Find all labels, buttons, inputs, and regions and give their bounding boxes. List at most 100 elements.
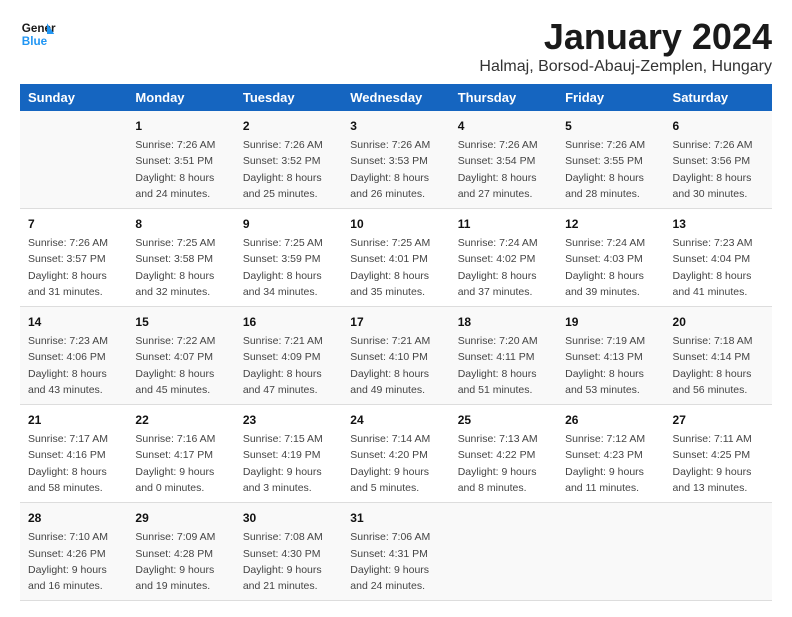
cell-content: Sunrise: 7:11 AM Sunset: 4:25 PM Dayligh… [673, 431, 764, 496]
column-header-sunday: Sunday [20, 84, 127, 111]
cell-content: Sunrise: 7:14 AM Sunset: 4:20 PM Dayligh… [350, 431, 441, 496]
calendar-cell: 30Sunrise: 7:08 AM Sunset: 4:30 PM Dayli… [235, 503, 342, 601]
cell-content: Sunrise: 7:26 AM Sunset: 3:53 PM Dayligh… [350, 137, 441, 202]
day-number: 11 [458, 215, 549, 233]
day-number: 24 [350, 411, 441, 429]
day-number: 18 [458, 313, 549, 331]
cell-content: Sunrise: 7:26 AM Sunset: 3:57 PM Dayligh… [28, 235, 119, 300]
day-number: 1 [135, 117, 226, 135]
cell-content: Sunrise: 7:08 AM Sunset: 4:30 PM Dayligh… [243, 529, 334, 594]
cell-content: Sunrise: 7:26 AM Sunset: 3:52 PM Dayligh… [243, 137, 334, 202]
week-row-3: 14Sunrise: 7:23 AM Sunset: 4:06 PM Dayli… [20, 307, 772, 405]
cell-content: Sunrise: 7:15 AM Sunset: 4:19 PM Dayligh… [243, 431, 334, 496]
calendar-cell: 3Sunrise: 7:26 AM Sunset: 3:53 PM Daylig… [342, 111, 449, 209]
cell-content: Sunrise: 7:23 AM Sunset: 4:04 PM Dayligh… [673, 235, 764, 300]
column-header-saturday: Saturday [665, 84, 772, 111]
calendar-cell: 11Sunrise: 7:24 AM Sunset: 4:02 PM Dayli… [450, 209, 557, 307]
cell-content: Sunrise: 7:06 AM Sunset: 4:31 PM Dayligh… [350, 529, 441, 594]
week-row-5: 28 Sunrise: 7:10 AM Sunset: 4:26 PM Dayli… [20, 503, 772, 601]
day-number: 10 [350, 215, 441, 233]
calendar-cell: 19Sunrise: 7:19 AM Sunset: 4:13 PM Dayli… [557, 307, 664, 405]
cell-content: Sunrise: 7:10 AM Sunset: 4:26 PM Dayligh… [28, 529, 119, 594]
column-header-friday: Friday [557, 84, 664, 111]
calendar-cell [450, 503, 557, 601]
cell-content: Sunrise: 7:12 AM Sunset: 4:23 PM Dayligh… [565, 431, 656, 496]
column-header-thursday: Thursday [450, 84, 557, 111]
day-number: 2 [243, 117, 334, 135]
week-row-2: 7 Sunrise: 7:26 AM Sunset: 3:57 PM Daylig… [20, 209, 772, 307]
calendar-cell: 8 Sunrise: 7:25 AM Sunset: 3:58 PM Daylig… [127, 209, 234, 307]
calendar-header-row: SundayMondayTuesdayWednesdayThursdayFrid… [20, 84, 772, 111]
day-number: 20 [673, 313, 764, 331]
logo: General Blue [20, 16, 56, 52]
cell-content: Sunrise: 7:09 AM Sunset: 4:28 PM Dayligh… [135, 529, 226, 594]
day-number: 29 [135, 509, 226, 527]
day-number: 14 [28, 313, 119, 331]
week-row-1: 1 Sunrise: 7:26 AM Sunset: 3:51 PM Daylig… [20, 111, 772, 209]
day-number: 31 [350, 509, 441, 527]
day-number: 13 [673, 215, 764, 233]
day-number: 15 [135, 313, 226, 331]
main-title: January 2024 [479, 16, 772, 58]
cell-content: Sunrise: 7:22 AM Sunset: 4:07 PM Dayligh… [135, 333, 226, 398]
calendar-cell: 21Sunrise: 7:17 AM Sunset: 4:16 PM Dayli… [20, 405, 127, 503]
header: General Blue January 2024 Halmaj, Borsod… [20, 16, 772, 76]
cell-content: Sunrise: 7:26 AM Sunset: 3:51 PM Dayligh… [135, 137, 226, 202]
day-number: 16 [243, 313, 334, 331]
cell-content: Sunrise: 7:20 AM Sunset: 4:11 PM Dayligh… [458, 333, 549, 398]
week-row-4: 21Sunrise: 7:17 AM Sunset: 4:16 PM Dayli… [20, 405, 772, 503]
calendar-cell [665, 503, 772, 601]
calendar-cell: 14Sunrise: 7:23 AM Sunset: 4:06 PM Dayli… [20, 307, 127, 405]
cell-content: Sunrise: 7:19 AM Sunset: 4:13 PM Dayligh… [565, 333, 656, 398]
day-number: 21 [28, 411, 119, 429]
calendar-cell: 29 Sunrise: 7:09 AM Sunset: 4:28 PM Dayli… [127, 503, 234, 601]
calendar-cell: 26Sunrise: 7:12 AM Sunset: 4:23 PM Dayli… [557, 405, 664, 503]
day-number: 27 [673, 411, 764, 429]
day-number: 5 [565, 117, 656, 135]
subtitle: Halmaj, Borsod-Abauj-Zemplen, Hungary [479, 58, 772, 76]
calendar-cell: 12 Sunrise: 7:24 AM Sunset: 4:03 PM Dayli… [557, 209, 664, 307]
calendar-cell: 20Sunrise: 7:18 AM Sunset: 4:14 PM Dayli… [665, 307, 772, 405]
day-number: 12 [565, 215, 656, 233]
day-number: 8 [135, 215, 226, 233]
calendar-cell: 9Sunrise: 7:25 AM Sunset: 3:59 PM Daylig… [235, 209, 342, 307]
day-number: 23 [243, 411, 334, 429]
cell-content: Sunrise: 7:26 AM Sunset: 3:55 PM Dayligh… [565, 137, 656, 202]
column-header-tuesday: Tuesday [235, 84, 342, 111]
calendar-cell: 6 Sunrise: 7:26 AM Sunset: 3:56 PM Daylig… [665, 111, 772, 209]
calendar-cell: 23 Sunrise: 7:15 AM Sunset: 4:19 PM Dayli… [235, 405, 342, 503]
calendar-cell: 27 Sunrise: 7:11 AM Sunset: 4:25 PM Dayli… [665, 405, 772, 503]
day-number: 17 [350, 313, 441, 331]
cell-content: Sunrise: 7:21 AM Sunset: 4:10 PM Dayligh… [350, 333, 441, 398]
day-number: 7 [28, 215, 119, 233]
cell-content: Sunrise: 7:25 AM Sunset: 3:58 PM Dayligh… [135, 235, 226, 300]
cell-content: Sunrise: 7:25 AM Sunset: 4:01 PM Dayligh… [350, 235, 441, 300]
cell-content: Sunrise: 7:26 AM Sunset: 3:54 PM Dayligh… [458, 137, 549, 202]
svg-text:Blue: Blue [22, 35, 48, 48]
title-area: January 2024 Halmaj, Borsod-Abauj-Zemple… [479, 16, 772, 76]
calendar-cell: 31 Sunrise: 7:06 AM Sunset: 4:31 PM Dayli… [342, 503, 449, 601]
cell-content: Sunrise: 7:24 AM Sunset: 4:03 PM Dayligh… [565, 235, 656, 300]
cell-content: Sunrise: 7:21 AM Sunset: 4:09 PM Dayligh… [243, 333, 334, 398]
cell-content: Sunrise: 7:13 AM Sunset: 4:22 PM Dayligh… [458, 431, 549, 496]
calendar-cell: 2 Sunrise: 7:26 AM Sunset: 3:52 PM Daylig… [235, 111, 342, 209]
calendar-cell: 5 Sunrise: 7:26 AM Sunset: 3:55 PM Daylig… [557, 111, 664, 209]
calendar-cell: 18 Sunrise: 7:20 AM Sunset: 4:11 PM Dayli… [450, 307, 557, 405]
column-header-monday: Monday [127, 84, 234, 111]
cell-content: Sunrise: 7:25 AM Sunset: 3:59 PM Dayligh… [243, 235, 334, 300]
calendar-cell: 16 Sunrise: 7:21 AM Sunset: 4:09 PM Dayli… [235, 307, 342, 405]
day-number: 28 [28, 509, 119, 527]
cell-content: Sunrise: 7:26 AM Sunset: 3:56 PM Dayligh… [673, 137, 764, 202]
calendar-cell: 13 Sunrise: 7:23 AM Sunset: 4:04 PM Dayli… [665, 209, 772, 307]
calendar-cell: 4Sunrise: 7:26 AM Sunset: 3:54 PM Daylig… [450, 111, 557, 209]
calendar-cell [557, 503, 664, 601]
calendar-cell: 10 Sunrise: 7:25 AM Sunset: 4:01 PM Dayli… [342, 209, 449, 307]
calendar-cell: 15 Sunrise: 7:22 AM Sunset: 4:07 PM Dayli… [127, 307, 234, 405]
calendar-cell: 1 Sunrise: 7:26 AM Sunset: 3:51 PM Daylig… [127, 111, 234, 209]
calendar-cell: 17 Sunrise: 7:21 AM Sunset: 4:10 PM Dayli… [342, 307, 449, 405]
cell-content: Sunrise: 7:16 AM Sunset: 4:17 PM Dayligh… [135, 431, 226, 496]
calendar-table: SundayMondayTuesdayWednesdayThursdayFrid… [20, 84, 772, 601]
calendar-cell: 7 Sunrise: 7:26 AM Sunset: 3:57 PM Daylig… [20, 209, 127, 307]
logo-icon: General Blue [20, 16, 56, 52]
day-number: 6 [673, 117, 764, 135]
